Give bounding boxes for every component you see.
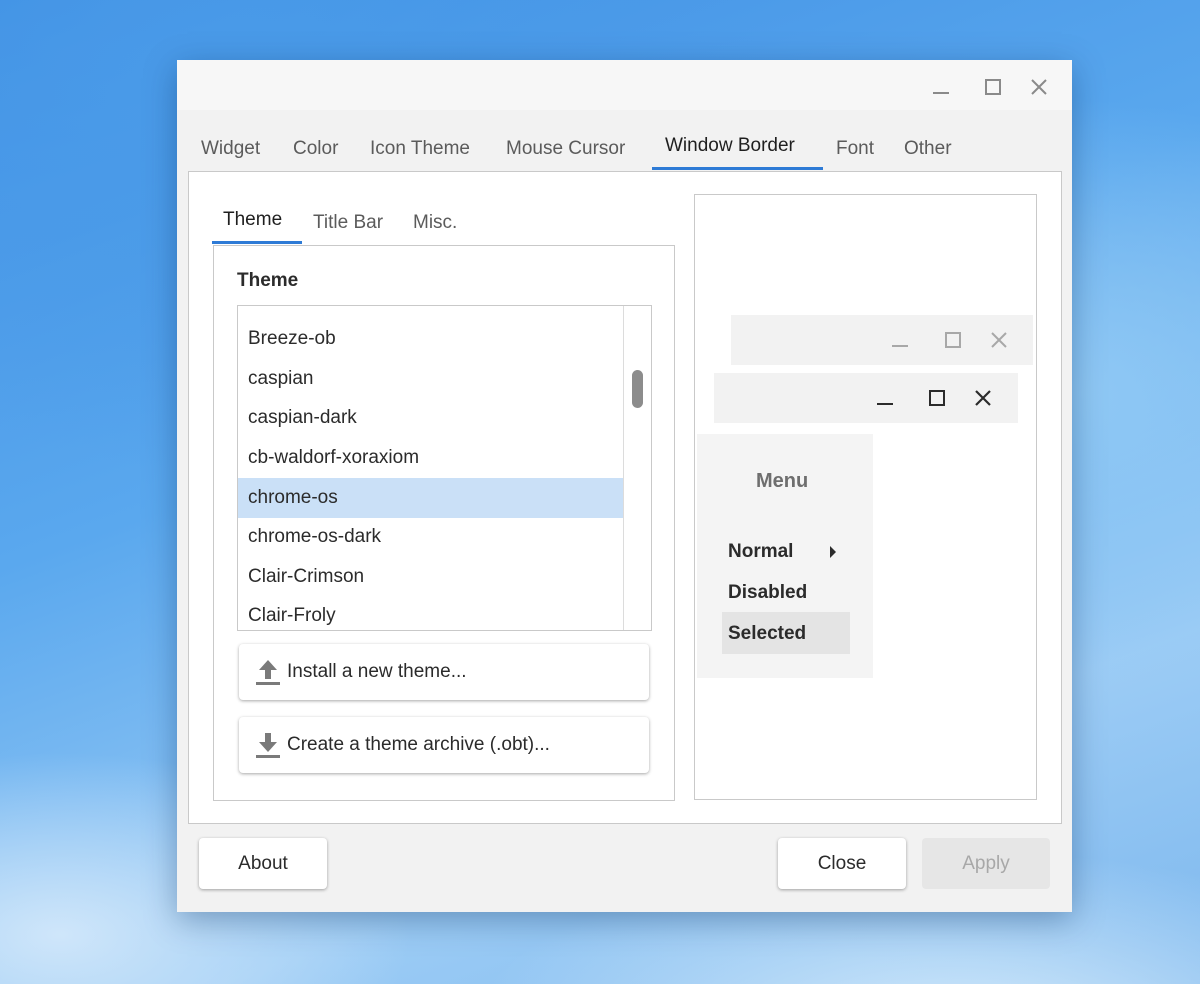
active-tab-indicator (652, 167, 823, 170)
preview-menu: Menu Normal Disabled Selected (697, 434, 873, 678)
tab-widget[interactable]: Widget (201, 138, 260, 160)
active-subtab-indicator (212, 241, 302, 244)
maximize-icon (942, 329, 964, 351)
create-archive-label: Create a theme archive (.obt)... (287, 734, 550, 755)
maximize-button[interactable] (980, 74, 1006, 100)
preview-menu-item-disabled: Disabled (728, 582, 808, 603)
subtab-title-bar[interactable]: Title Bar (313, 212, 383, 234)
preview-menu-item-selected: Selected (728, 623, 807, 644)
list-item[interactable]: Breeze-ob (238, 319, 624, 359)
minimize-button[interactable] (928, 74, 954, 100)
tab-font[interactable]: Font (836, 138, 874, 160)
maximize-icon (985, 79, 1001, 95)
preview-inactive-titlebar (731, 315, 1033, 365)
close-icon (1031, 79, 1047, 95)
theme-list[interactable]: Breeze-ob caspian caspian-dark cb-waldor… (237, 305, 652, 631)
list-item-selected[interactable]: chrome-os (238, 478, 624, 518)
preview-menu-item-normal: Normal (728, 541, 794, 562)
list-item[interactable]: Clair-Crimson (238, 557, 624, 597)
tab-content-panel: Theme Title Bar Misc. Theme Breeze-ob ca… (188, 171, 1062, 824)
create-archive-button[interactable]: Create a theme archive (.obt)... (239, 717, 649, 773)
desktop-background: { "tabs": ["Widget","Color","Icon Theme"… (0, 0, 1200, 984)
scrollbar[interactable] (623, 306, 651, 630)
close-button[interactable]: Close (778, 838, 906, 889)
minimize-icon (933, 92, 949, 94)
minimize-icon (889, 329, 911, 351)
maximize-icon (926, 387, 948, 409)
tab-icon-theme[interactable]: Icon Theme (370, 138, 470, 160)
section-title: Theme (237, 270, 299, 291)
list-item[interactable]: cb-waldorf-xoraxiom (238, 438, 624, 478)
theme-preview: Menu Normal Disabled Selected (694, 194, 1037, 800)
list-item[interactable]: caspian (238, 359, 624, 399)
title-bar[interactable] (177, 60, 1072, 110)
list-item[interactable]: chrome-os-dark (238, 517, 624, 557)
submenu-arrow-icon (828, 545, 838, 564)
install-theme-label: Install a new theme... (287, 661, 467, 682)
tab-other[interactable]: Other (904, 138, 952, 160)
close-icon (972, 387, 994, 409)
download-icon (256, 733, 280, 758)
preview-menu-title: Menu (756, 470, 809, 492)
minimize-icon (874, 387, 896, 409)
tab-mouse-cursor[interactable]: Mouse Cursor (506, 138, 625, 160)
list-item[interactable]: caspian-dark (238, 398, 624, 438)
close-icon (988, 329, 1010, 351)
close-window-button[interactable] (1026, 74, 1052, 100)
list-item[interactable]: Clair-Froly (238, 596, 624, 630)
preview-active-titlebar (714, 373, 1018, 423)
tab-color[interactable]: Color (293, 138, 338, 160)
upload-icon (256, 660, 280, 685)
install-theme-button[interactable]: Install a new theme... (239, 644, 649, 700)
obconf-window: Widget Color Icon Theme Mouse Cursor Win… (177, 60, 1072, 912)
tab-window-border[interactable]: Window Border (665, 135, 795, 157)
apply-button[interactable]: Apply (922, 838, 1050, 889)
about-button[interactable]: About (199, 838, 327, 889)
subtab-misc[interactable]: Misc. (413, 212, 457, 234)
subtab-theme[interactable]: Theme (223, 209, 282, 231)
theme-panel: Theme Breeze-ob caspian caspian-dark cb-… (213, 245, 675, 801)
scrollbar-thumb[interactable] (632, 370, 643, 408)
